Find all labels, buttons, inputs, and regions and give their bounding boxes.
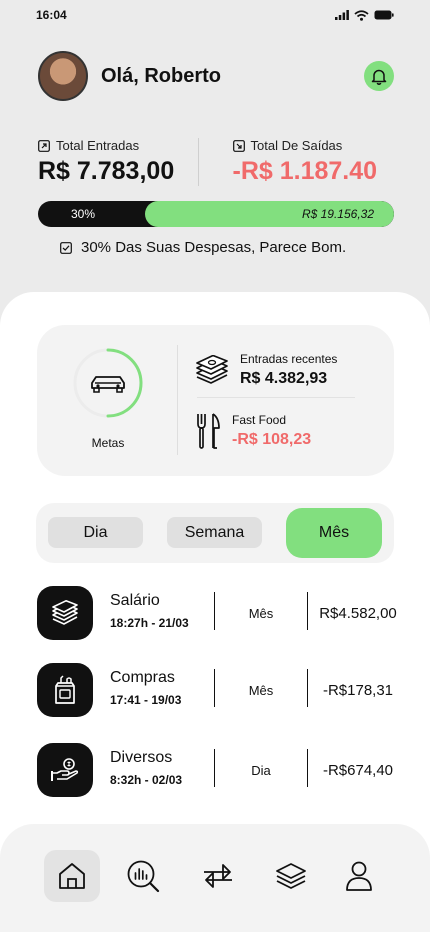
nav-home[interactable] [44, 850, 100, 902]
transaction-divider [307, 749, 308, 787]
fast-food-value: -R$ 108,23 [232, 431, 312, 448]
transaction-amount: R$4.582,00 [319, 605, 397, 622]
nav-analysis[interactable] [115, 850, 171, 902]
goals-widget[interactable]: Metas [73, 347, 143, 450]
transaction-period: Dia [251, 763, 271, 778]
fast-food-stat[interactable]: Fast Food -R$ 108,23 [195, 412, 311, 450]
expense-label-row: Total De Saídas [232, 138, 393, 153]
transaction-icon-box [37, 743, 93, 797]
nav-profile[interactable] [331, 850, 387, 902]
recent-income-value: R$ 4.382,93 [240, 370, 328, 387]
user-greeting: Olá, Roberto [38, 51, 221, 101]
transaction-date: 17:41 - 19/03 [110, 693, 182, 707]
transaction-divider [307, 669, 308, 707]
income-label: Total Entradas [56, 138, 140, 153]
transaction-divider [307, 592, 308, 630]
income-label-row: Total Entradas [38, 138, 198, 153]
transaction-date: 8:32h - 02/03 [110, 773, 183, 787]
analysis-icon [127, 860, 160, 893]
car-icon [91, 376, 125, 393]
overview-card: Metas Entradas recentes R$ 4.382,93 Fast… [37, 325, 394, 476]
money-stack-icon [52, 600, 78, 625]
balance-summary: Total Entradas R$ 7.783,00 Total De Saíd… [38, 138, 392, 186]
hand-money-icon [51, 758, 79, 781]
expense-summary: Total De Saídas -R$ 1.187.40 [197, 138, 393, 186]
transaction-amount: -R$674,40 [322, 762, 394, 779]
cash-stack-icon [196, 355, 228, 384]
wifi-icon [354, 9, 369, 21]
card-divider-horizontal [197, 397, 355, 398]
goals-label: Metas [91, 436, 125, 450]
transfer-icon [204, 864, 232, 888]
layers-icon [276, 863, 306, 889]
period-month-button[interactable]: Mês [286, 508, 382, 558]
period-selector: Dia Semana Mês [36, 503, 394, 563]
budget-note-text: 30% Das Suas Despesas, Parece Bom. [81, 239, 347, 256]
status-icons [335, 9, 394, 21]
transaction-date: 18:27h - 21/03 [110, 616, 189, 630]
transaction-row[interactable]: Diversos 8:32h - 02/03 Dia -R$674,40 [37, 743, 407, 797]
bell-icon [371, 69, 387, 85]
period-day-button[interactable]: Dia [48, 517, 143, 548]
status-bar: 16:04 [0, 0, 430, 30]
status-time: 16:04 [36, 8, 67, 22]
transaction-icon-box [37, 663, 93, 717]
bottom-navigation [0, 824, 430, 932]
budget-note: 30% Das Suas Despesas, Parece Bom. [60, 239, 346, 256]
home-icon [59, 863, 85, 889]
transaction-row[interactable]: Compras 17:41 - 19/03 Mês -R$178,31 [37, 663, 407, 717]
notification-button[interactable] [364, 61, 394, 91]
transaction-title: Compras [110, 669, 175, 686]
period-week-button[interactable]: Semana [167, 517, 262, 548]
signal-icon [335, 10, 349, 20]
income-value: R$ 7.783,00 [38, 157, 175, 185]
fork-knife-icon [197, 413, 220, 449]
goal-progress-ring [73, 348, 143, 418]
transaction-period: Mês [248, 683, 274, 698]
expense-value: -R$ 1.187.40 [232, 157, 378, 185]
progress-percent: 30% [71, 207, 96, 221]
expense-label: Total De Saídas [250, 138, 343, 153]
greeting-text: Olá, Roberto [101, 64, 222, 87]
profile-icon [346, 861, 372, 891]
header: Olá, Roberto [38, 51, 394, 101]
card-divider-vertical [177, 345, 178, 455]
nav-layers[interactable] [263, 850, 319, 902]
transaction-period: Mês [248, 606, 274, 621]
battery-icon [374, 10, 394, 20]
progress-total: R$ 19.156,32 [301, 207, 374, 221]
transaction-title: Salário [110, 592, 160, 609]
checkbox-icon [60, 241, 72, 254]
avatar[interactable] [38, 51, 88, 101]
transaction-amount: -R$178,31 [322, 682, 394, 699]
nav-transfer[interactable] [190, 850, 246, 902]
income-summary: Total Entradas R$ 7.783,00 [38, 138, 198, 186]
transaction-icon-box [37, 586, 93, 640]
budget-progress-bar: 30% R$ 19.156,32 [38, 201, 394, 227]
transaction-title: Diversos [110, 749, 173, 766]
transaction-row[interactable]: Salário 18:27h - 21/03 Mês R$4.582,00 [37, 586, 407, 640]
arrow-up-right-icon [38, 139, 50, 152]
recent-income-stat[interactable]: Entradas recentes R$ 4.382,93 [195, 352, 337, 388]
arrow-down-right-icon [232, 139, 245, 152]
fast-food-label: Fast Food [232, 413, 287, 427]
grocery-bag-icon [55, 675, 75, 704]
recent-income-label: Entradas recentes [240, 352, 338, 366]
